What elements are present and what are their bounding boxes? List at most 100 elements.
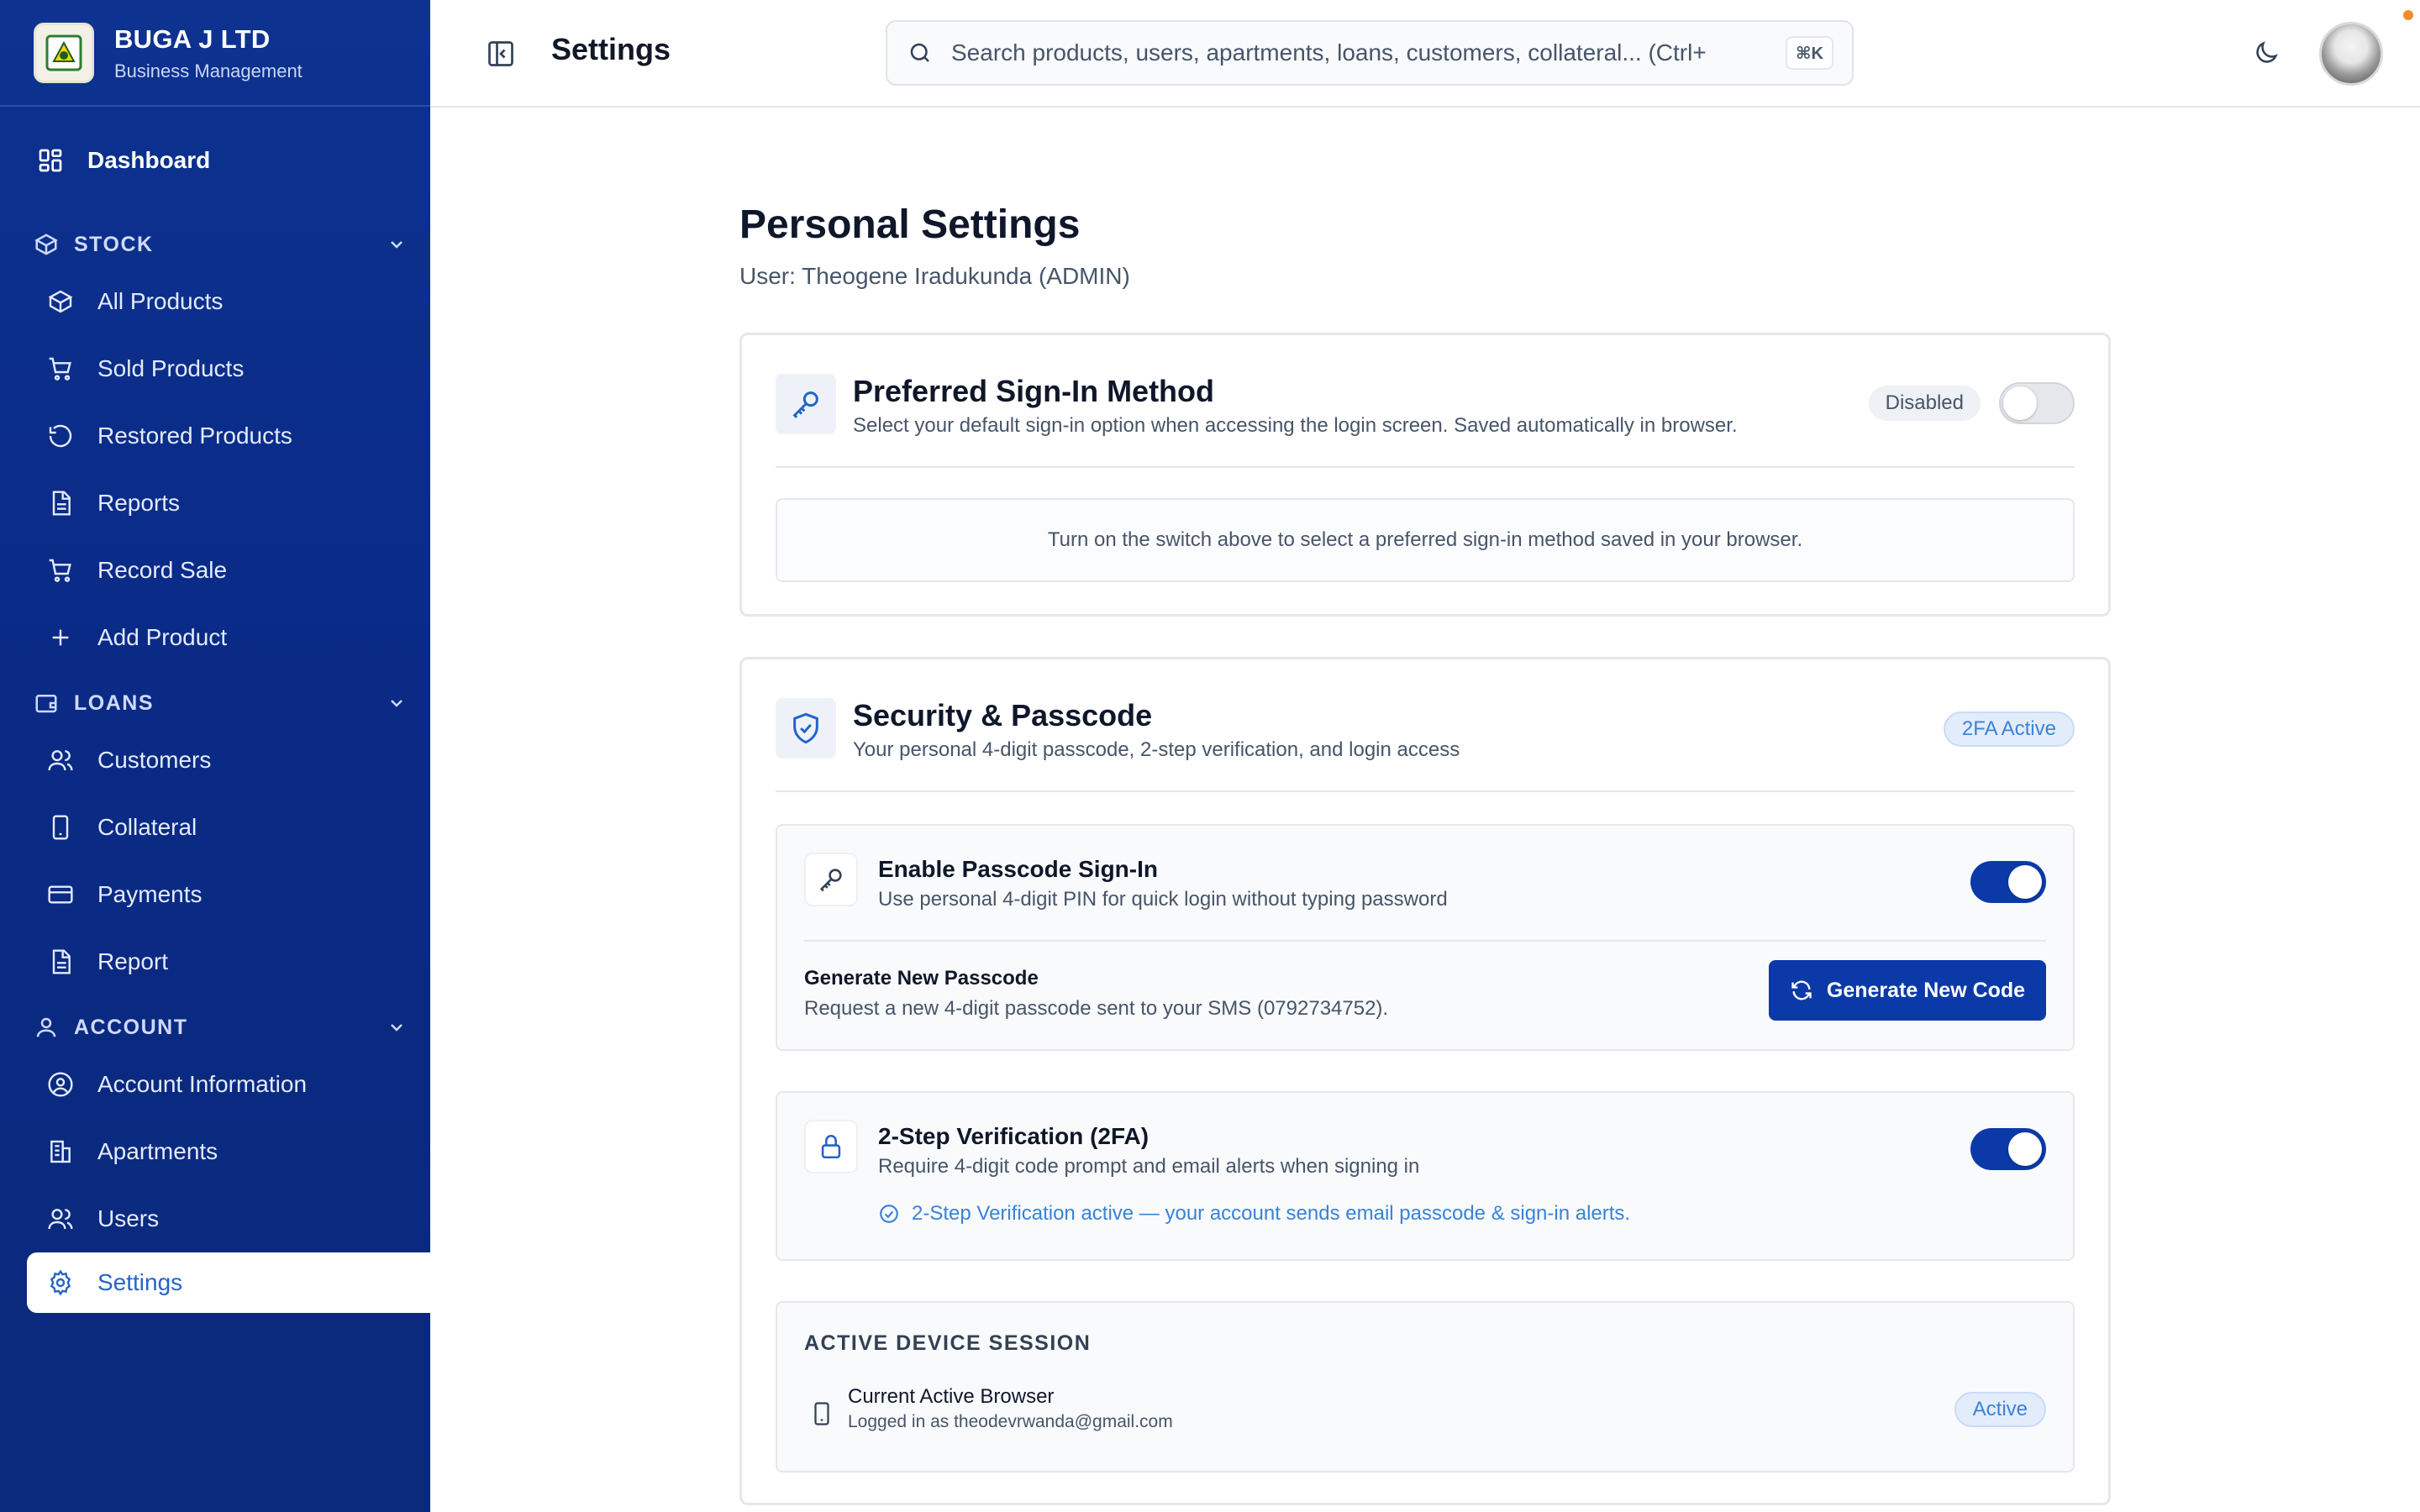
search-icon xyxy=(908,40,933,66)
chevron-down-icon xyxy=(387,1017,407,1037)
security-card: Security & Passcode Your personal 4-digi… xyxy=(739,657,2111,1505)
sidebar-group-loans[interactable]: LOANS xyxy=(0,680,430,727)
document-icon xyxy=(47,490,74,517)
generate-description: Request a new 4-digit passcode sent to y… xyxy=(804,997,1389,1020)
top-bar: Settings ⌘K xyxy=(430,0,2420,108)
twofa-section: 2-Step Verification (2FA) Require 4-digi… xyxy=(776,1091,2075,1261)
session-badge: Active xyxy=(1954,1392,2046,1427)
user-line: User: Theogene Iradukunda (ADMIN) xyxy=(739,263,1130,289)
sidebar-item-users[interactable]: Users xyxy=(0,1185,430,1252)
card-header: Security & Passcode Your personal 4-digi… xyxy=(776,698,2075,792)
session-section: ACTIVE DEVICE SESSION Current Active Bro… xyxy=(776,1301,2075,1473)
sidebar-item-label: Settings xyxy=(97,1269,183,1295)
key-icon xyxy=(804,853,858,906)
notification-dot xyxy=(2403,10,2413,20)
search-input[interactable] xyxy=(951,39,1786,66)
gear-icon xyxy=(47,1269,74,1296)
restore-icon xyxy=(47,423,74,449)
check-circle-icon xyxy=(878,1203,900,1225)
card-icon xyxy=(47,881,74,908)
toggle-knob xyxy=(2003,386,2037,420)
sidebar-item-account-information[interactable]: Account Information xyxy=(0,1051,430,1118)
sidebar-item-sold-products[interactable]: Sold Products xyxy=(0,335,430,402)
sidebar-item-customers[interactable]: Customers xyxy=(0,727,430,794)
sidebar-item-label: Account Information xyxy=(97,1071,308,1097)
passcode-title: Enable Passcode Sign-In xyxy=(878,856,1158,882)
sidebar-nav: Dashboard STOCK All Products Sold Produc… xyxy=(0,107,430,1313)
group-label: ACCOUNT xyxy=(74,1015,188,1039)
phone-icon xyxy=(47,814,74,841)
sidebar-item-dashboard[interactable]: Dashboard xyxy=(0,137,430,184)
card-description: Your personal 4-digit passcode, 2-step v… xyxy=(853,738,1460,761)
user-circle-icon xyxy=(47,1071,74,1098)
sidebar-item-label: Apartments xyxy=(97,1138,218,1164)
twofa-toggle[interactable] xyxy=(1970,1128,2046,1170)
moon-icon[interactable] xyxy=(2252,39,2281,67)
signin-hint: Turn on the switch above to select a pre… xyxy=(776,498,2075,582)
key-icon xyxy=(776,374,836,434)
sidebar-item-label: Record Sale xyxy=(97,557,228,583)
users-icon xyxy=(47,747,74,774)
sidebar-item-label: Add Product xyxy=(97,624,228,650)
page-title: Settings xyxy=(551,32,671,66)
lock-icon xyxy=(804,1120,858,1173)
sidebar-item-settings[interactable]: Settings xyxy=(27,1252,430,1313)
twofa-title: 2-Step Verification (2FA) xyxy=(878,1123,1150,1149)
signin-toggle[interactable] xyxy=(1999,382,2075,424)
passcode-description: Use personal 4-digit PIN for quick login… xyxy=(878,888,1448,911)
sidebar-item-payments[interactable]: Payments xyxy=(0,861,430,928)
sidebar-group-account[interactable]: ACCOUNT xyxy=(0,1004,430,1051)
dashboard-icon xyxy=(37,147,64,174)
sidebar-item-label: Reports xyxy=(97,490,181,516)
brand-subtitle: Business Management xyxy=(114,60,302,81)
sidebar-item-label: All Products xyxy=(97,288,224,314)
passcode-toggle[interactable] xyxy=(1970,861,2046,903)
sidebar-item-report[interactable]: Report xyxy=(0,928,430,995)
sidebar-item-label: Collateral xyxy=(97,814,197,840)
sidebar-item-label: Sold Products xyxy=(97,355,245,381)
cart-icon xyxy=(47,355,74,382)
document-icon xyxy=(47,948,74,975)
sidebar-item-restored-products[interactable]: Restored Products xyxy=(0,402,430,470)
brand-logo xyxy=(34,22,94,83)
avatar[interactable] xyxy=(2319,22,2383,86)
generate-title: Generate New Passcode xyxy=(804,967,1039,990)
card-title: Security & Passcode xyxy=(853,698,1153,732)
settings-header: Personal Settings User: Theogene Iraduku… xyxy=(739,202,1130,290)
sidebar-toggle-icon[interactable] xyxy=(486,39,516,69)
toggle-knob xyxy=(2008,1132,2042,1166)
status-badge: Disabled xyxy=(1868,386,1981,421)
sidebar-item-label: Users xyxy=(97,1205,160,1231)
cart-icon xyxy=(47,557,74,584)
sidebar-group-stock[interactable]: STOCK xyxy=(0,221,430,268)
sidebar-item-all-products[interactable]: All Products xyxy=(0,268,430,335)
sidebar-item-label: Payments xyxy=(97,881,203,907)
box-icon xyxy=(47,288,74,315)
device-login: Logged in as theodevrwanda@gmail.com xyxy=(848,1412,1173,1431)
chevron-down-icon xyxy=(387,234,407,255)
twofa-status: 2-Step Verification active — your accoun… xyxy=(878,1202,1630,1226)
refresh-icon xyxy=(1790,979,1813,1002)
sidebar-item-reports[interactable]: Reports xyxy=(0,470,430,537)
chevron-down-icon xyxy=(387,693,407,713)
card-title: Preferred Sign-In Method xyxy=(853,374,1215,408)
twofa-status-text: 2-Step Verification active — your accoun… xyxy=(912,1202,1631,1225)
device-title: Current Active Browser xyxy=(848,1385,1055,1408)
twofa-description: Require 4-digit code prompt and email al… xyxy=(878,1155,1420,1178)
session-label: ACTIVE DEVICE SESSION xyxy=(804,1331,1092,1355)
search-bar[interactable]: ⌘K xyxy=(886,20,1854,86)
brand[interactable]: BUGA J LTD Business Management xyxy=(0,0,430,107)
sidebar-item-apartments[interactable]: Apartments xyxy=(0,1118,430,1185)
sidebar: BUGA J LTD Business Management Dashboard… xyxy=(0,0,430,1512)
shield-icon xyxy=(776,698,836,759)
sidebar-item-record-sale[interactable]: Record Sale xyxy=(0,537,430,604)
divider xyxy=(804,940,2046,942)
generate-code-button[interactable]: Generate New Code xyxy=(1769,960,2046,1021)
box-icon xyxy=(34,232,59,257)
sidebar-item-label: Restored Products xyxy=(97,423,292,449)
sidebar-item-label: Dashboard xyxy=(87,147,211,173)
sidebar-item-add-product[interactable]: Add Product xyxy=(0,604,430,671)
passcode-section: Enable Passcode Sign-In Use personal 4-d… xyxy=(776,824,2075,1051)
settings-title: Personal Settings xyxy=(739,202,1081,247)
sidebar-item-collateral[interactable]: Collateral xyxy=(0,794,430,861)
